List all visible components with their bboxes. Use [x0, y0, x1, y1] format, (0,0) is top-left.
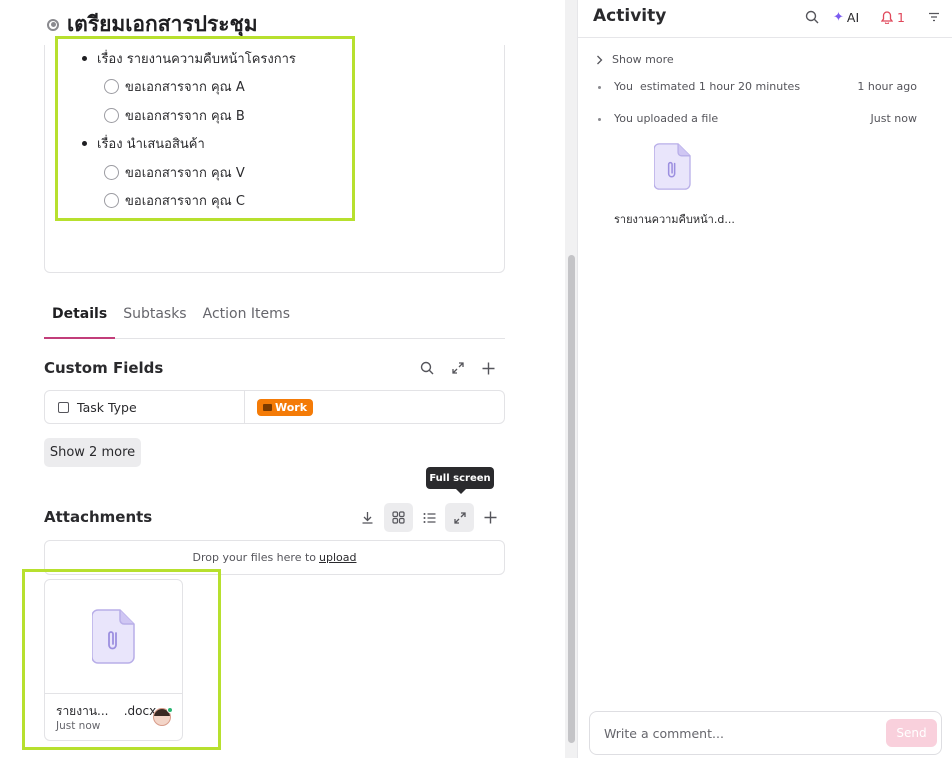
detail-tabs: Details Subtasks Action Items: [44, 296, 505, 339]
bullet-label: เรื่อง นำเสนอสินค้า: [97, 137, 205, 153]
chevron-right-icon: [597, 55, 603, 64]
task-type-badge[interactable]: Work: [257, 398, 314, 416]
activity-actor[interactable]: You: [614, 80, 633, 93]
checklist-item: ขอเอกสารจาก คุณ B: [82, 101, 296, 130]
attachment-time: Just now: [56, 720, 101, 732]
attachments-title: Attachments: [44, 508, 153, 526]
checkbox-circle-icon[interactable]: [104, 79, 119, 95]
online-status-dot: [167, 707, 173, 713]
briefcase-icon: [263, 403, 272, 411]
timeline-dot: [598, 86, 601, 89]
field-name: Task Type: [77, 399, 137, 415]
activity-file-name[interactable]: รายงานความคืบหน้า.d...: [614, 210, 735, 228]
bullet-label: เรื่อง รายงานความคืบหน้าโครงการ: [97, 51, 296, 67]
timeline-dot: [598, 118, 601, 121]
scrollbar-thumb[interactable]: [568, 255, 575, 743]
download-icon[interactable]: [353, 503, 382, 532]
dropzone-text: Drop your files here to: [192, 551, 317, 564]
task-detail-panel: เตรียมเอกสารประชุม เรื่อง รายงานความคืบห…: [0, 0, 565, 758]
comment-composer: Write a comment... Send: [589, 711, 942, 755]
filter-icon[interactable]: [923, 6, 945, 28]
send-button[interactable]: Send: [886, 719, 937, 747]
grid-view-icon[interactable]: [384, 503, 413, 532]
attachment-card[interactable]: รายงาน... .docx Just now: [44, 579, 183, 741]
notification-button[interactable]: 1: [881, 10, 905, 25]
bullet-item: เรื่อง รายงานความคืบหน้าโครงการ: [82, 44, 296, 73]
activity-entry: You uploaded a file: [614, 112, 718, 125]
checkbox-circle-icon[interactable]: [104, 193, 119, 209]
dropdown-field-icon: [58, 401, 69, 413]
activity-time: 1 hour ago: [857, 80, 917, 93]
full-screen-tooltip: Full screen: [426, 467, 494, 494]
notification-count: 1: [897, 10, 905, 25]
checklist-label: ขอเอกสารจาก คุณ B: [125, 108, 245, 124]
paperclip-file-icon: [92, 609, 135, 664]
expand-icon[interactable]: [447, 357, 469, 379]
bullet-dot: [82, 55, 87, 61]
activity-actor[interactable]: You: [614, 112, 633, 125]
checklist-item: ขอเอกสารจาก คุณ C: [82, 187, 296, 216]
checklist-item: ขอเอกสารจาก คุณ A: [82, 73, 296, 102]
bullet-item: เรื่อง นำเสนอสินค้า: [82, 130, 296, 159]
task-title[interactable]: เตรียมเอกสารประชุม: [67, 8, 258, 41]
bullet-dot: [82, 141, 87, 147]
activity-time: Just now: [870, 112, 917, 125]
show-more-fields-button[interactable]: Show 2 more: [44, 438, 141, 467]
checklist-label: ขอเอกสารจาก คุณ V: [125, 165, 245, 181]
paperclip-file-icon[interactable]: [654, 143, 691, 190]
checklist-label: ขอเอกสารจาก คุณ C: [125, 194, 245, 210]
attachment-preview[interactable]: [45, 580, 182, 694]
custom-field-row[interactable]: Task Type Work: [44, 390, 505, 424]
panel-divider: [577, 0, 578, 758]
activity-entry: You estimated 1 hour 20 minutes: [614, 80, 800, 93]
checkbox-circle-icon[interactable]: [104, 164, 119, 180]
list-view-icon[interactable]: [415, 503, 444, 532]
ai-label: AI: [846, 10, 860, 25]
checklist-label: ขอเอกสารจาก คุณ A: [125, 80, 245, 96]
task-type-value: Work: [275, 400, 308, 414]
show-more-label: Show more: [612, 53, 674, 66]
attachment-filename: รายงาน... .docx: [56, 704, 157, 718]
field-value-cell[interactable]: Work: [245, 391, 314, 423]
upload-link[interactable]: upload: [319, 551, 356, 564]
add-field-plus-icon[interactable]: [477, 357, 499, 379]
bell-icon: [881, 11, 893, 24]
checklist-item: ขอเอกสารจาก คุณ V: [82, 158, 296, 187]
comment-input[interactable]: Write a comment...: [604, 726, 724, 741]
activity-title: Activity: [593, 6, 667, 26]
activity-text: uploaded a file: [636, 112, 719, 125]
tab-details[interactable]: Details: [44, 296, 116, 339]
field-name-cell: Task Type: [45, 391, 245, 423]
tab-subtasks[interactable]: Subtasks: [115, 296, 194, 339]
task-title-row: เตรียมเอกสารประชุม: [47, 8, 258, 41]
checkbox-circle-icon[interactable]: [104, 107, 119, 123]
status-circle-icon[interactable]: [47, 18, 59, 31]
ai-button[interactable]: ✦ AI: [833, 10, 859, 25]
custom-fields-title: Custom Fields: [44, 359, 164, 377]
sparkle-icon: ✦: [833, 10, 844, 25]
search-icon[interactable]: [801, 6, 823, 28]
show-more-activity[interactable]: Show more: [596, 53, 674, 66]
activity-header: Activity ✦ AI 1: [578, 0, 952, 38]
search-icon[interactable]: [416, 357, 438, 379]
add-attachment-plus-icon[interactable]: [476, 503, 505, 532]
activity-text: estimated 1 hour 20 minutes: [639, 80, 801, 93]
full-screen-expand-icon[interactable]: [445, 503, 474, 532]
file-dropzone[interactable]: Drop your files here to upload: [44, 540, 505, 575]
tab-action-items[interactable]: Action Items: [195, 296, 298, 339]
description-checklist: เรื่อง รายงานความคืบหน้าโครงการ ขอเอกสาร…: [82, 44, 296, 215]
